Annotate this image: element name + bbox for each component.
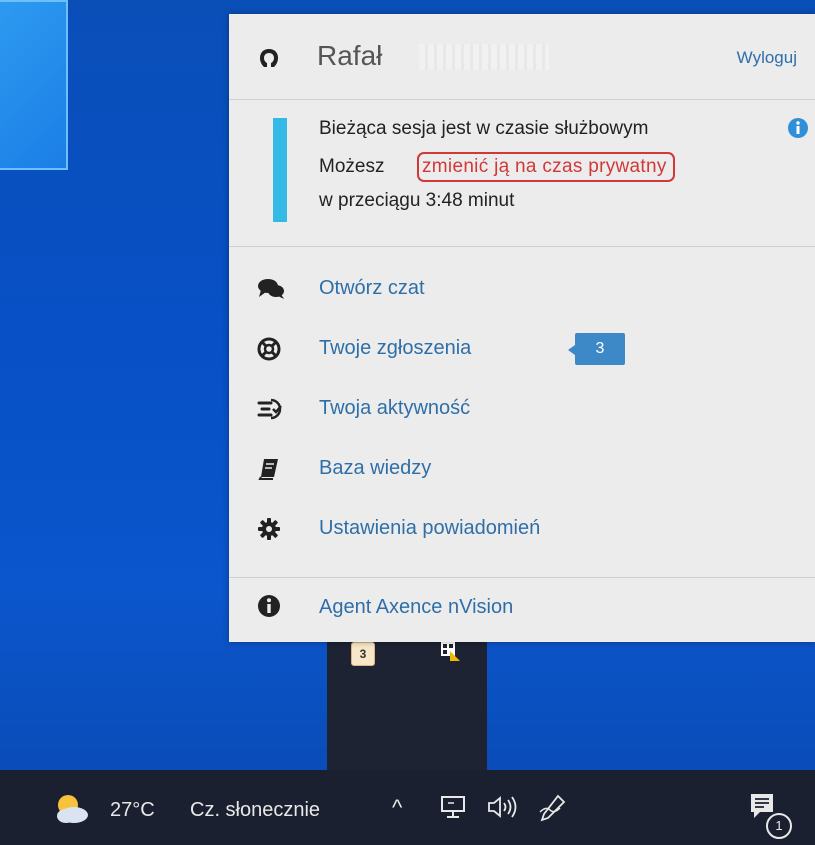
tray-shield-warning-icon[interactable] [439, 640, 461, 662]
pen-workspace-icon[interactable] [538, 794, 568, 827]
book-icon [257, 457, 283, 481]
info-icon[interactable] [787, 117, 809, 144]
session-indicator-bar [273, 118, 287, 222]
menu-item-label: Twoje zgłoszenia [319, 337, 472, 359]
menu-item-knowledge-base[interactable]: Baza wiedzy [229, 447, 815, 491]
session-status: Bieżąca sesja jest w czasie służbowym Mo… [229, 100, 815, 247]
lifebuoy-icon [257, 337, 283, 361]
menu-item-about-agent[interactable]: Agent Axence nVision [229, 580, 815, 630]
logout-link[interactable]: Wyloguj [737, 48, 797, 68]
menu-item-open-chat[interactable]: Otwórz czat [229, 267, 815, 311]
session-status-text: Bieżąca sesja jest w czasie służbowym [319, 118, 649, 139]
popup-menu: Otwórz czat Twoje zgłoszenia 3 Twoja akt… [229, 247, 815, 578]
menu-item-tickets[interactable]: Twoje zgłoszenia 3 [229, 327, 815, 371]
menu-item-label: Ustawienia powiadomień [319, 517, 541, 539]
weather-description[interactable]: Cz. słonecznie [190, 799, 320, 822]
activity-icon [257, 397, 283, 421]
agent-logo-icon [257, 46, 281, 75]
network-icon[interactable] [440, 795, 470, 826]
user-name: Rafał [317, 40, 383, 71]
gear-icon [257, 517, 283, 541]
chat-icon [257, 277, 284, 301]
agent-popup: Rafał Wyloguj Bieżąca sesja jest w czasi… [229, 14, 815, 642]
user-surname-redacted [419, 44, 549, 70]
info-icon [257, 594, 281, 623]
menu-item-activity[interactable]: Twoja aktywność [229, 387, 815, 431]
volume-icon[interactable] [486, 794, 520, 825]
weather-temperature[interactable]: 27°C [110, 799, 155, 822]
change-to-private-link[interactable]: zmienić ją na czas prywatny [417, 152, 675, 182]
session-countdown: w przeciągu 3:48 minut [319, 190, 515, 211]
menu-item-notification-settings[interactable]: Ustawienia powiadomień [229, 507, 815, 551]
desktop-window-edge [0, 0, 68, 170]
taskbar: 27°C Cz. słonecznie ^ 1 [0, 770, 815, 845]
popup-header: Rafał Wyloguj [229, 14, 815, 100]
menu-item-label: Otwórz czat [319, 277, 425, 299]
tray-agent-icon[interactable]: 3 [351, 642, 375, 666]
show-hidden-icons-chevron-icon[interactable]: ^ [392, 795, 402, 821]
menu-item-label: Twoja aktywność [319, 397, 471, 419]
weather-partly-sunny-icon[interactable] [52, 793, 92, 830]
menu-item-label: Agent Axence nVision [319, 596, 514, 618]
session-change-prefix: Możesz [319, 156, 385, 177]
tickets-count-badge: 3 [568, 333, 625, 365]
notification-count-badge: 1 [766, 813, 792, 839]
menu-item-label: Baza wiedzy [319, 457, 432, 479]
